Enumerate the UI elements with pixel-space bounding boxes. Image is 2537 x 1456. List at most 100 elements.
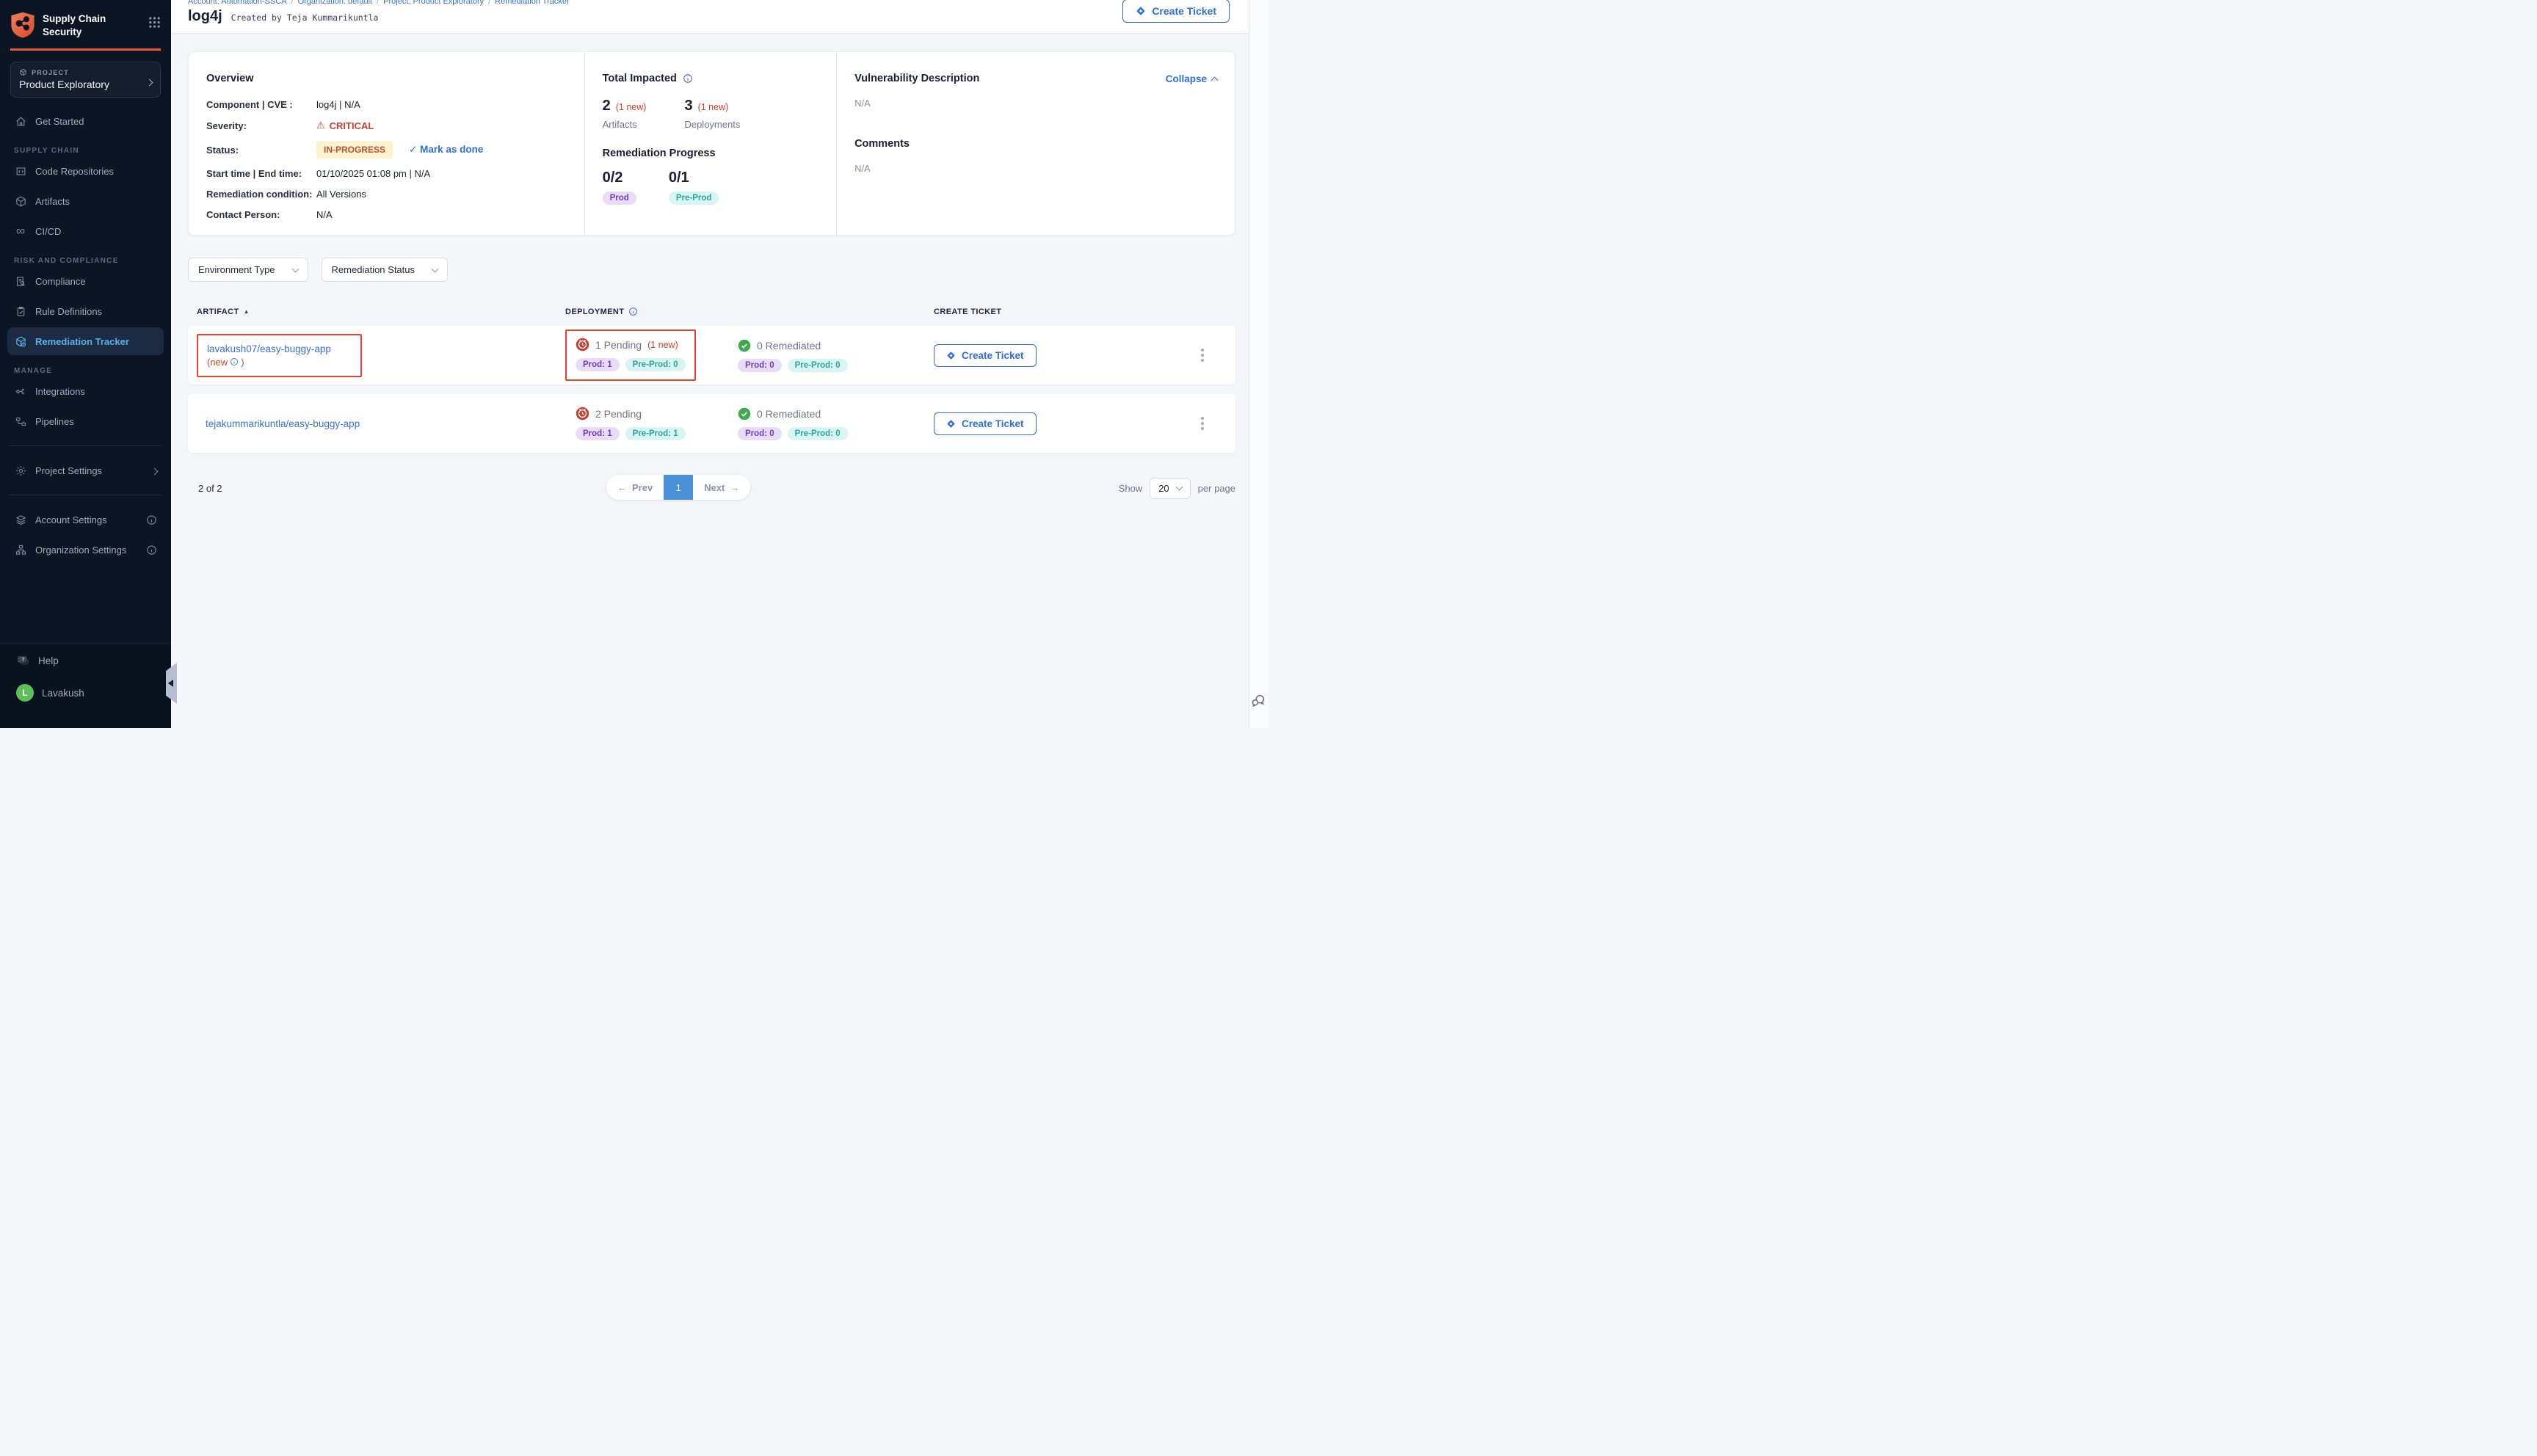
impacted-artifacts-stat: 2(1 new) Artifacts (603, 98, 647, 130)
sidebar: Supply Chain Security PROJECT Product Ex… (0, 0, 171, 728)
page-header: Account: Automation-SSCA/Organization: d… (171, 0, 1268, 34)
create-ticket-button[interactable]: Create Ticket (1122, 0, 1230, 23)
breadcrumb-account[interactable]: Account: Automation-SSCA (188, 0, 287, 6)
info-icon[interactable] (146, 514, 157, 525)
remediated-check-icon (738, 339, 751, 352)
info-icon[interactable] (683, 73, 693, 84)
info-icon[interactable] (146, 545, 157, 556)
info-icon[interactable] (628, 307, 638, 316)
sidebar-item-artifacts[interactable]: Artifacts (7, 187, 164, 215)
contact-label: Contact Person: (206, 209, 316, 220)
document-search-icon (14, 274, 27, 288)
time-value: 01/10/2025 01:08 pm | N/A (316, 168, 567, 179)
pagination: 2 of 2 ← Prev 1 Next → Show 20 per page (188, 475, 1235, 501)
artifact-link[interactable]: tejakummarikuntla/easy-buggy-app (206, 418, 360, 429)
user-menu[interactable]: L Lavakush (16, 684, 155, 702)
row-menu-kebab-icon[interactable] (1196, 349, 1209, 362)
page-size-select[interactable]: 20 (1150, 478, 1190, 499)
prev-page-button[interactable]: ← Prev (606, 475, 664, 500)
prod-badge: Prod (603, 192, 636, 205)
chat-support-icon[interactable] (1250, 693, 1266, 709)
component-value: log4j | N/A (316, 99, 567, 110)
info-icon[interactable] (230, 357, 239, 366)
sidebar-item-integrations[interactable]: Integrations (7, 377, 164, 405)
prod-count-badge: Prod: 0 (738, 359, 782, 372)
section-label-risk: RISK AND COMPLIANCE (14, 257, 157, 265)
sidebar-item-code-repositories[interactable]: Code Repositories (7, 157, 164, 185)
sidebar-item-cicd[interactable]: ∞ CI/CD (7, 217, 164, 245)
sort-asc-icon: ▲ (244, 308, 250, 315)
divider (9, 445, 162, 446)
shield-logo-icon (10, 11, 35, 39)
sidebar-nav: Get Started SUPPLY CHAIN Code Repositori… (0, 98, 171, 564)
annotation-box-artifact: lavakush07/easy-buggy-app (new ) (197, 334, 362, 377)
apps-grid-icon[interactable] (148, 16, 161, 29)
cube-icon (14, 194, 27, 208)
prod-count-badge: Prod: 1 (576, 358, 620, 371)
user-name: Lavakush (42, 688, 84, 699)
pending-count: 2 Pending (595, 408, 642, 420)
contact-value: N/A (316, 209, 567, 220)
page-title: log4j (188, 8, 222, 25)
preprod-badge: Pre-Prod (669, 192, 719, 205)
chevron-down-icon (1175, 484, 1183, 491)
content: Overview Component | CVE : log4j | N/A S… (171, 34, 1268, 501)
chevron-down-icon (291, 265, 299, 272)
mark-as-done-link[interactable]: ✓ Mark as done (409, 144, 483, 156)
breadcrumb-project[interactable]: Project: Product Exploratory (383, 0, 484, 6)
table-row: lavakush07/easy-buggy-app (new ) (188, 326, 1235, 385)
sidebar-item-rule-definitions[interactable]: Rule Definitions (7, 297, 164, 325)
help-button[interactable]: ? Help (16, 654, 155, 668)
sidebar-item-organization-settings[interactable]: Organization Settings (7, 536, 164, 564)
right-rail (1249, 0, 1268, 728)
table-row: tejakummarikuntla/easy-buggy-app 2 Pendi… (188, 394, 1235, 453)
current-page-button[interactable]: 1 (664, 475, 693, 500)
sidebar-item-remediation-tracker[interactable]: Remediation Tracker (7, 327, 164, 355)
breadcrumb-page[interactable]: Remediation Tracker (495, 0, 570, 6)
code-repo-icon (14, 164, 27, 178)
chevron-right-icon (152, 465, 157, 476)
arrow-right-icon: → (730, 482, 739, 493)
sidebar-item-account-settings[interactable]: Account Settings (7, 506, 164, 534)
deployments-new-count: (1 new) (698, 102, 729, 112)
artifacts-new-count: (1 new) (616, 102, 647, 112)
remediated-count: 0 Remediated (757, 340, 821, 352)
chevron-right-icon (147, 76, 152, 87)
create-ticket-button[interactable]: Create Ticket (934, 344, 1037, 367)
pending-clock-icon (576, 407, 589, 421)
breadcrumb-organization[interactable]: Organization: default (298, 0, 373, 6)
artifact-new-tag: (new ) (207, 357, 352, 368)
org-hierarchy-gear-icon (14, 543, 27, 556)
time-label: Start time | End time: (206, 168, 316, 179)
remediated-count: 0 Remediated (757, 408, 821, 420)
next-page-button[interactable]: Next → (693, 475, 750, 500)
vulnerability-description-value: N/A (854, 98, 1217, 109)
annotation-box-deployment: 1 Pending (1 new) Prod: 1 Pre-Prod: 0 (565, 330, 696, 381)
remediation-status-filter[interactable]: Remediation Status (322, 258, 448, 282)
jira-diamond-icon (946, 419, 956, 429)
section-label-manage: MANAGE (14, 367, 157, 375)
environment-type-filter[interactable]: Environment Type (188, 258, 308, 282)
collapse-link[interactable]: Collapse (1166, 73, 1217, 84)
column-header-artifact[interactable]: ARTIFACT ▲ (188, 307, 565, 316)
impact-column: Total Impacted 2(1 new) Artifacts 3(1 ne… (584, 52, 836, 235)
row-menu-kebab-icon[interactable] (1196, 417, 1209, 430)
arrow-left-icon: ← (617, 482, 627, 493)
collapse-left-icon (168, 680, 173, 687)
project-label: PROJECT (32, 69, 69, 76)
pending-new-count: (1 new) (647, 340, 678, 350)
status-label: Status: (206, 145, 316, 156)
brand-title: Supply Chain Security (43, 11, 106, 38)
sidebar-item-get-started[interactable]: Get Started (7, 107, 164, 135)
sidebar-item-project-settings[interactable]: Project Settings (7, 456, 164, 484)
sidebar-footer: ? Help L Lavakush (0, 643, 171, 728)
gear-icon (14, 464, 27, 477)
preprod-count-badge: Pre-Prod: 0 (788, 427, 848, 440)
sidebar-item-pipelines[interactable]: Pipelines (7, 407, 164, 435)
warning-triangle-icon: ⚠ (316, 120, 325, 131)
sidebar-item-compliance[interactable]: Compliance (7, 267, 164, 295)
jira-diamond-icon (1136, 6, 1146, 16)
create-ticket-button[interactable]: Create Ticket (934, 412, 1037, 435)
project-selector[interactable]: PROJECT Product Exploratory (10, 62, 161, 98)
artifact-link[interactable]: lavakush07/easy-buggy-app (207, 343, 331, 354)
